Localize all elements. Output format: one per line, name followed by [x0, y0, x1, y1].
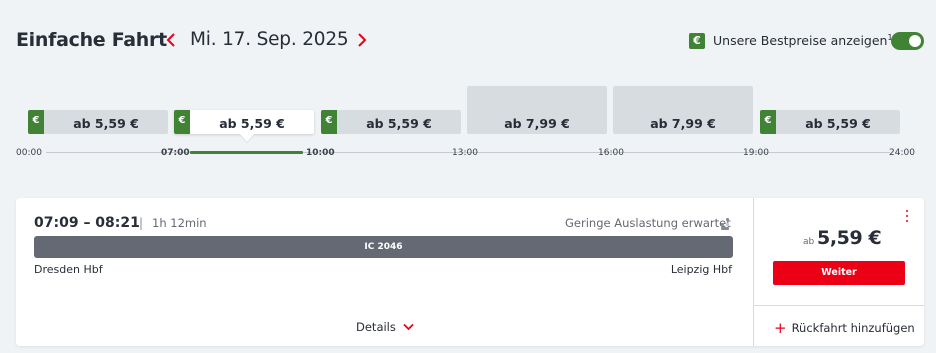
separator: | [139, 216, 144, 230]
price-slot-label: ab 5,59 € [366, 116, 432, 131]
price-slot-label: ab 5,59 € [805, 116, 871, 131]
time-tick: 19:00 [743, 148, 769, 158]
occupancy-icon [721, 218, 733, 230]
plus-icon: + [774, 319, 787, 337]
occupancy-dot [726, 218, 729, 221]
time-tick: 07:00 [161, 148, 190, 158]
chevron-down-icon [402, 323, 414, 331]
price-slot-3[interactable]: ab 7,99 € [467, 86, 607, 134]
dot [906, 220, 908, 222]
price-slot-5[interactable]: € ab 5,59 € [760, 110, 900, 134]
departure-station: Dresden Hbf [34, 263, 103, 276]
dot [906, 215, 908, 217]
best-price-text: Unsere Bestpreise anzeigen [713, 33, 888, 48]
continue-button[interactable]: Weiter [773, 261, 905, 285]
travel-date[interactable]: Mi. 17. Sep. 2025 [190, 29, 349, 50]
next-day-button[interactable] [356, 28, 374, 52]
price-slot-0[interactable]: € ab 5,59 € [28, 110, 168, 134]
header: Einfache Fahrt Mi. 17. Sep. 2025 € Unser… [0, 0, 936, 80]
time-tick: 10:00 [306, 148, 335, 158]
train-segment[interactable]: IC 2046 [34, 236, 733, 258]
connection-card[interactable]: 07:09 – 08:21 | 1h 12min Geringe Auslast… [16, 198, 924, 346]
price-divider [754, 305, 924, 306]
price-slot-label: ab 7,99 € [650, 116, 716, 131]
selected-time-range [190, 151, 303, 154]
occupancy-dot [721, 223, 724, 226]
chevron-left-icon [166, 33, 175, 47]
previous-day-button[interactable] [165, 28, 183, 52]
price-slot-label: ab 5,59 € [73, 116, 139, 131]
best-price-toggle[interactable] [891, 32, 924, 50]
price: 5,59 € [817, 227, 882, 249]
price-slot-1[interactable]: € ab 5,59 € [174, 110, 314, 134]
euro-icon: € [689, 33, 705, 49]
chevron-right-icon [358, 33, 367, 47]
dot [906, 210, 908, 212]
card-divider [753, 198, 754, 346]
price-slot-2[interactable]: € ab 5,59 € [321, 110, 461, 134]
price-slot-label: ab 5,59 € [219, 116, 285, 131]
details-label: Details [356, 320, 396, 334]
occupancy-dot [721, 227, 729, 230]
price-prefix: ab [803, 237, 815, 247]
occupancy-dot [726, 223, 729, 226]
price-slot-4[interactable]: ab 7,99 € [613, 86, 753, 134]
arrival-station: Leipzig Hbf [670, 263, 732, 276]
add-return-label: Rückfahrt hinzufügen [791, 321, 915, 335]
time-tick: 24:00 [889, 148, 915, 158]
price-slot-label: ab 7,99 € [504, 116, 570, 131]
departure-arrival-times: 07:09 – 08:21 [34, 215, 140, 231]
selection-pointer [240, 134, 254, 142]
add-return-button[interactable]: + Rückfahrt hinzufügen [774, 319, 915, 337]
more-options-icon[interactable] [903, 209, 911, 223]
toggle-knob [909, 35, 921, 47]
best-price-label: Unsere Bestpreise anzeigen1 [713, 33, 893, 48]
occupancy-label: Geringe Auslastung erwartet [565, 216, 731, 230]
time-tick: 13:00 [452, 148, 478, 158]
time-tick: 00:00 [16, 148, 42, 158]
page-title: Einfache Fahrt [16, 29, 167, 51]
time-tick: 16:00 [598, 148, 624, 158]
travel-duration: 1h 12min [152, 216, 207, 230]
details-toggle[interactable]: Details [356, 320, 414, 334]
